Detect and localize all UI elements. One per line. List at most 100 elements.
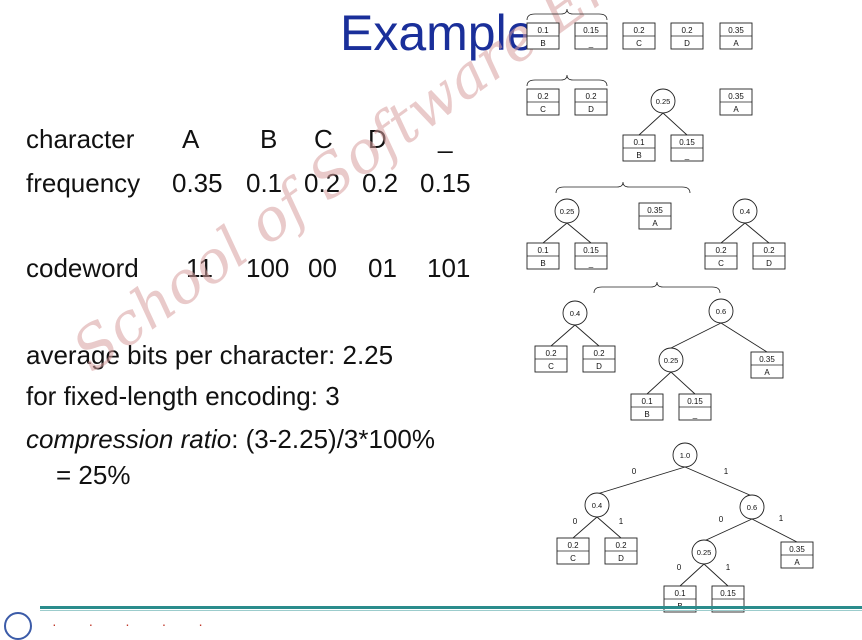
tree-edge — [574, 324, 600, 347]
tree-edge — [751, 518, 798, 543]
tree-edge — [679, 563, 705, 587]
leaf-node-d: 0.2 D — [574, 88, 608, 116]
leaf-character: D — [766, 259, 772, 268]
internal-node-n10: 1.0 — [672, 442, 698, 468]
tree-edge — [670, 322, 722, 349]
node-weight: 0.25 — [664, 356, 679, 365]
tree-edge — [596, 466, 686, 495]
leaf-node-a: 0.35 A — [719, 88, 753, 116]
tree-edge — [662, 112, 688, 136]
leaf-character: B — [636, 151, 641, 160]
internal-node-n025: 0.25 — [554, 198, 580, 224]
leaf-character: B — [540, 259, 545, 268]
tree-edge — [646, 371, 672, 395]
edge-bit-label: 1 — [619, 517, 624, 526]
leaf-frequency: 0.2 — [567, 541, 579, 550]
leaf-frequency: 0.2 — [615, 541, 627, 550]
tree-edge — [703, 563, 729, 587]
leaf-character: D — [596, 362, 602, 371]
leaf-frequency: 0.1 — [537, 26, 549, 35]
leaf-node-c: 0.2 C — [534, 345, 568, 373]
leaf-frequency: 0.35 — [789, 545, 805, 554]
leaf-frequency: 0.2 — [585, 92, 597, 101]
merge-brace — [526, 74, 608, 87]
leaf-node-d: 0.2 D — [752, 242, 786, 270]
leaf-frequency: 0.2 — [633, 26, 645, 35]
node-weight: 1.0 — [680, 451, 690, 460]
internal-node-n025: 0.25 — [691, 539, 717, 565]
leaf-node-b: 0.1 B — [526, 242, 560, 270]
node-weight: 0.25 — [560, 207, 575, 216]
footer-divider-thin — [40, 610, 862, 611]
node-weight: 0.25 — [697, 548, 712, 557]
leaf-node-b: 0.1 B — [622, 134, 656, 162]
leaf-character: _ — [692, 410, 698, 419]
node-weight: 0.4 — [592, 501, 602, 510]
node-weight: 0.4 — [740, 207, 750, 216]
leaf-node-d: 0.2 D — [582, 345, 616, 373]
tree-edge — [744, 222, 770, 244]
internal-node-n025: 0.25 — [658, 347, 684, 373]
internal-node-n025: 0.25 — [650, 88, 676, 114]
leaf-character: _ — [684, 151, 690, 160]
leaf-character: _ — [588, 259, 594, 268]
tree-edge — [720, 222, 746, 244]
leaf-node-d: 0.2 D — [670, 22, 704, 50]
merge-brace — [555, 181, 691, 194]
leaf-character: C — [570, 554, 576, 563]
tree-edge — [720, 322, 768, 353]
leaf-node-c: 0.2 C — [526, 88, 560, 116]
leaf-frequency: 0.35 — [728, 92, 744, 101]
leaf-character: A — [733, 105, 739, 114]
tree-edge — [596, 516, 622, 539]
university-logo — [4, 612, 32, 640]
leaf-frequency: 0.1 — [641, 397, 653, 406]
edge-bit-label: 1 — [724, 467, 729, 476]
leaf-character: A — [764, 368, 770, 377]
leaf-frequency: 0.2 — [715, 246, 727, 255]
leaf-character: C — [636, 39, 642, 48]
leaf-frequency: 0.15 — [687, 397, 703, 406]
footer-calligraphy: · · · · · — [52, 616, 217, 632]
tree-edge — [638, 112, 664, 136]
leaf-node-u: 0.15 _ — [574, 242, 608, 270]
leaf-frequency: 0.2 — [681, 26, 693, 35]
leaf-frequency: 0.15 — [583, 26, 599, 35]
tree-edge — [566, 222, 592, 244]
internal-node-n06: 0.6 — [708, 298, 734, 324]
leaf-frequency: 0.2 — [545, 349, 557, 358]
leaf-node-u: 0.15 _ — [678, 393, 712, 421]
huffman-diagram: 0.1B0.15_0.2C0.2D0.35A0.2C0.2D0.250.1B0.… — [526, 8, 814, 613]
leaf-node-a: 0.35 A — [638, 202, 672, 230]
internal-node-n04: 0.4 — [584, 492, 610, 518]
internal-node-n04: 0.4 — [562, 300, 588, 326]
leaf-character: C — [718, 259, 724, 268]
leaf-node-a: 0.35 A — [750, 351, 784, 379]
leaf-character: C — [540, 105, 546, 114]
internal-node-n06: 0.6 — [739, 494, 765, 520]
leaf-node-a: 0.35 A — [719, 22, 753, 50]
leaf-node-u: 0.15 _ — [670, 134, 704, 162]
leaf-character: B — [644, 410, 649, 419]
node-weight: 0.4 — [570, 309, 580, 318]
leaf-character: A — [733, 39, 739, 48]
leaf-node-c: 0.2 C — [704, 242, 738, 270]
leaf-node-c: 0.2 C — [556, 537, 590, 565]
merge-brace — [526, 8, 608, 21]
leaf-node-d: 0.2 D — [604, 537, 638, 565]
edge-bit-label: 0 — [719, 515, 724, 524]
leaf-character: A — [794, 558, 800, 567]
edge-bit-label: 0 — [677, 563, 682, 572]
leaf-frequency: 0.2 — [593, 349, 605, 358]
leaf-frequency: 0.35 — [759, 355, 775, 364]
leaf-character: _ — [588, 39, 594, 48]
leaf-frequency: 0.15 — [583, 246, 599, 255]
node-weight: 0.6 — [716, 307, 726, 316]
leaf-character: D — [618, 554, 624, 563]
tree-edge — [542, 222, 568, 244]
leaf-frequency: 0.15 — [679, 138, 695, 147]
edge-bit-label: 1 — [726, 563, 731, 572]
tree-edge — [703, 518, 753, 542]
tree-edge — [684, 466, 753, 497]
leaf-character: D — [684, 39, 690, 48]
